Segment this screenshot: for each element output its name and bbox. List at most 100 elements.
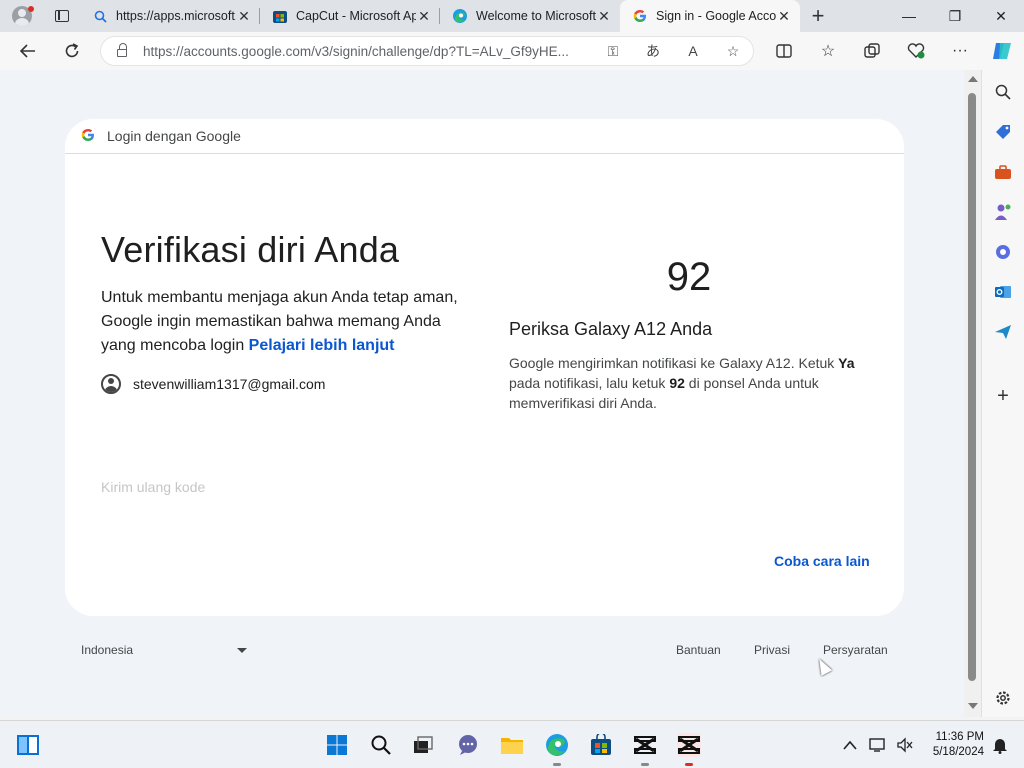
notification-dot: [28, 6, 34, 12]
page-title: Verifikasi diri Anda: [101, 229, 400, 270]
tab-title: https://apps.microsoft.com: [116, 9, 236, 23]
close-tab-icon[interactable]: ✕: [236, 8, 252, 25]
key-icon[interactable]: ⚿: [593, 43, 633, 60]
edge-icon: [452, 8, 468, 24]
verification-number: 92: [666, 255, 712, 299]
tab-title: Sign in - Google Accounts: [656, 9, 776, 23]
try-another-way-button[interactable]: Coba cara lain: [774, 553, 870, 569]
profile-button[interactable]: [0, 0, 44, 32]
page-scrollbar[interactable]: [964, 70, 981, 717]
check-device-description: Google mengirimkan notifikasi ke Galaxy …: [509, 353, 869, 413]
store-icon: [272, 8, 288, 24]
verification-description: Untuk membantu menjaga akun Anda tetap a…: [101, 286, 461, 358]
restore-button[interactable]: ❐: [932, 0, 978, 32]
sidebar-search-icon[interactable]: [993, 82, 1013, 102]
learn-more-link[interactable]: Pelajari lebih lanjut: [249, 337, 395, 354]
tab-strip: https://apps.microsoft.com ✕ CapCut - Mi…: [0, 0, 1024, 32]
capcut-installer-icon[interactable]: [677, 733, 701, 766]
chevron-up-icon[interactable]: [838, 733, 862, 757]
sidebar-microsoft365-icon[interactable]: [993, 242, 1013, 262]
split-screen-icon: [776, 44, 792, 58]
account-circle-icon: [101, 374, 121, 394]
browser-toolbar: https://accounts.google.com/v3/signin/ch…: [0, 32, 1024, 70]
split-screen-button[interactable]: [766, 33, 802, 69]
signin-card: Login dengan Google Verifikasi diri Anda…: [65, 119, 904, 616]
heart-pulse-icon: [907, 43, 925, 59]
card-header-title: Login dengan Google: [107, 128, 241, 144]
scroll-up-arrow-icon[interactable]: [968, 76, 978, 82]
resend-code-button[interactable]: Kirim ulang kode: [101, 479, 205, 495]
sidebar-add-icon[interactable]: +: [993, 385, 1013, 407]
ellipsis-icon: ···: [952, 42, 968, 59]
system-clock[interactable]: 11:36 PM 5/18/2024: [924, 730, 984, 760]
address-bar[interactable]: https://accounts.google.com/v3/signin/ch…: [100, 36, 754, 66]
close-tab-icon[interactable]: ✕: [416, 8, 432, 25]
tab-welcome-edge[interactable]: Welcome to Microsoft Edge ✕: [440, 0, 620, 32]
tab-actions-button[interactable]: [44, 0, 80, 32]
language-label: Indonesia: [81, 643, 134, 657]
tab-google-signin[interactable]: Sign in - Google Accounts ✕: [620, 0, 800, 32]
close-window-button[interactable]: ✕: [978, 0, 1024, 32]
edge-sidebar: +: [981, 70, 1024, 717]
favorite-star-icon[interactable]: ☆: [713, 43, 753, 60]
file-explorer-icon[interactable]: [500, 733, 524, 757]
edge-taskbar-icon[interactable]: [545, 733, 569, 766]
network-icon[interactable]: [866, 733, 890, 757]
refresh-icon: [65, 43, 79, 58]
favorites-icon: ☆: [820, 43, 836, 60]
browser-essentials-button[interactable]: [898, 33, 934, 69]
read-aloud-icon[interactable]: A: [673, 43, 713, 59]
privacy-link[interactable]: Privasi: [754, 643, 790, 657]
tab-apps-microsoft[interactable]: https://apps.microsoft.com ✕: [80, 0, 260, 32]
scroll-down-arrow-icon[interactable]: [968, 703, 978, 709]
close-tab-icon[interactable]: ✕: [596, 8, 612, 25]
sidebar-outlook-icon[interactable]: [993, 282, 1013, 302]
microsoft-store-icon[interactable]: [589, 733, 613, 757]
page-viewport: Login dengan Google Verifikasi diri Anda…: [0, 70, 964, 717]
search-icon: [92, 8, 108, 24]
sidebar-settings-icon[interactable]: [993, 688, 1013, 708]
capcut-icon[interactable]: [633, 733, 657, 766]
show-desktop-icon[interactable]: [16, 733, 40, 757]
sidebar-games-icon[interactable]: [993, 202, 1013, 222]
terms-link[interactable]: Persyaratan: [823, 643, 888, 657]
copilot-button[interactable]: [984, 33, 1020, 69]
back-arrow-icon: [20, 44, 35, 58]
account-chip[interactable]: stevenwilliam1317@gmail.com: [101, 374, 325, 394]
scroll-thumb[interactable]: [968, 93, 976, 681]
windows-start-icon[interactable]: [325, 733, 349, 757]
close-tab-icon[interactable]: ✕: [776, 8, 792, 25]
sidebar-send-icon[interactable]: [993, 322, 1013, 342]
address-url: https://accounts.google.com/v3/signin/ch…: [143, 43, 569, 59]
tab-actions-icon: [55, 10, 69, 22]
volume-muted-icon[interactable]: [893, 733, 917, 757]
taskbar-search-icon[interactable]: [369, 733, 393, 757]
back-button[interactable]: [10, 33, 46, 69]
teams-chat-icon[interactable]: [456, 733, 480, 757]
tab-capcut[interactable]: CapCut - Microsoft Apps ✕: [260, 0, 440, 32]
tab-title: Welcome to Microsoft Edge: [476, 9, 596, 23]
refresh-button[interactable]: [54, 33, 90, 69]
translate-icon[interactable]: あ: [633, 41, 673, 61]
notification-bell-icon[interactable]: [988, 733, 1012, 757]
check-desc-bold: 92: [669, 375, 685, 391]
sidebar-shopping-tag-icon[interactable]: [993, 122, 1013, 142]
language-select[interactable]: Indonesia: [81, 643, 249, 657]
account-email: stevenwilliam1317@gmail.com: [133, 376, 326, 392]
help-link[interactable]: Bantuan: [676, 643, 721, 657]
collections-button[interactable]: [854, 33, 890, 69]
more-menu-button[interactable]: ···: [942, 33, 978, 69]
check-desc-part: pada notifikasi, lalu ketuk: [509, 375, 670, 391]
check-desc-bold: Ya: [838, 355, 855, 371]
check-device-title: Periksa Galaxy A12 Anda: [509, 319, 713, 339]
clock-time: 11:36 PM: [935, 731, 984, 743]
favorites-button[interactable]: ☆: [810, 33, 846, 69]
minimize-button[interactable]: —: [886, 0, 932, 32]
check-desc-part: Google mengirimkan notifikasi ke Galaxy …: [509, 355, 839, 371]
sidebar-tools-icon[interactable]: [993, 162, 1013, 182]
new-tab-button[interactable]: +: [800, 3, 836, 29]
copilot-icon: [993, 43, 1011, 59]
task-view-icon[interactable]: [411, 733, 435, 757]
tab-title: CapCut - Microsoft Apps: [296, 9, 416, 23]
google-icon: [632, 8, 648, 24]
